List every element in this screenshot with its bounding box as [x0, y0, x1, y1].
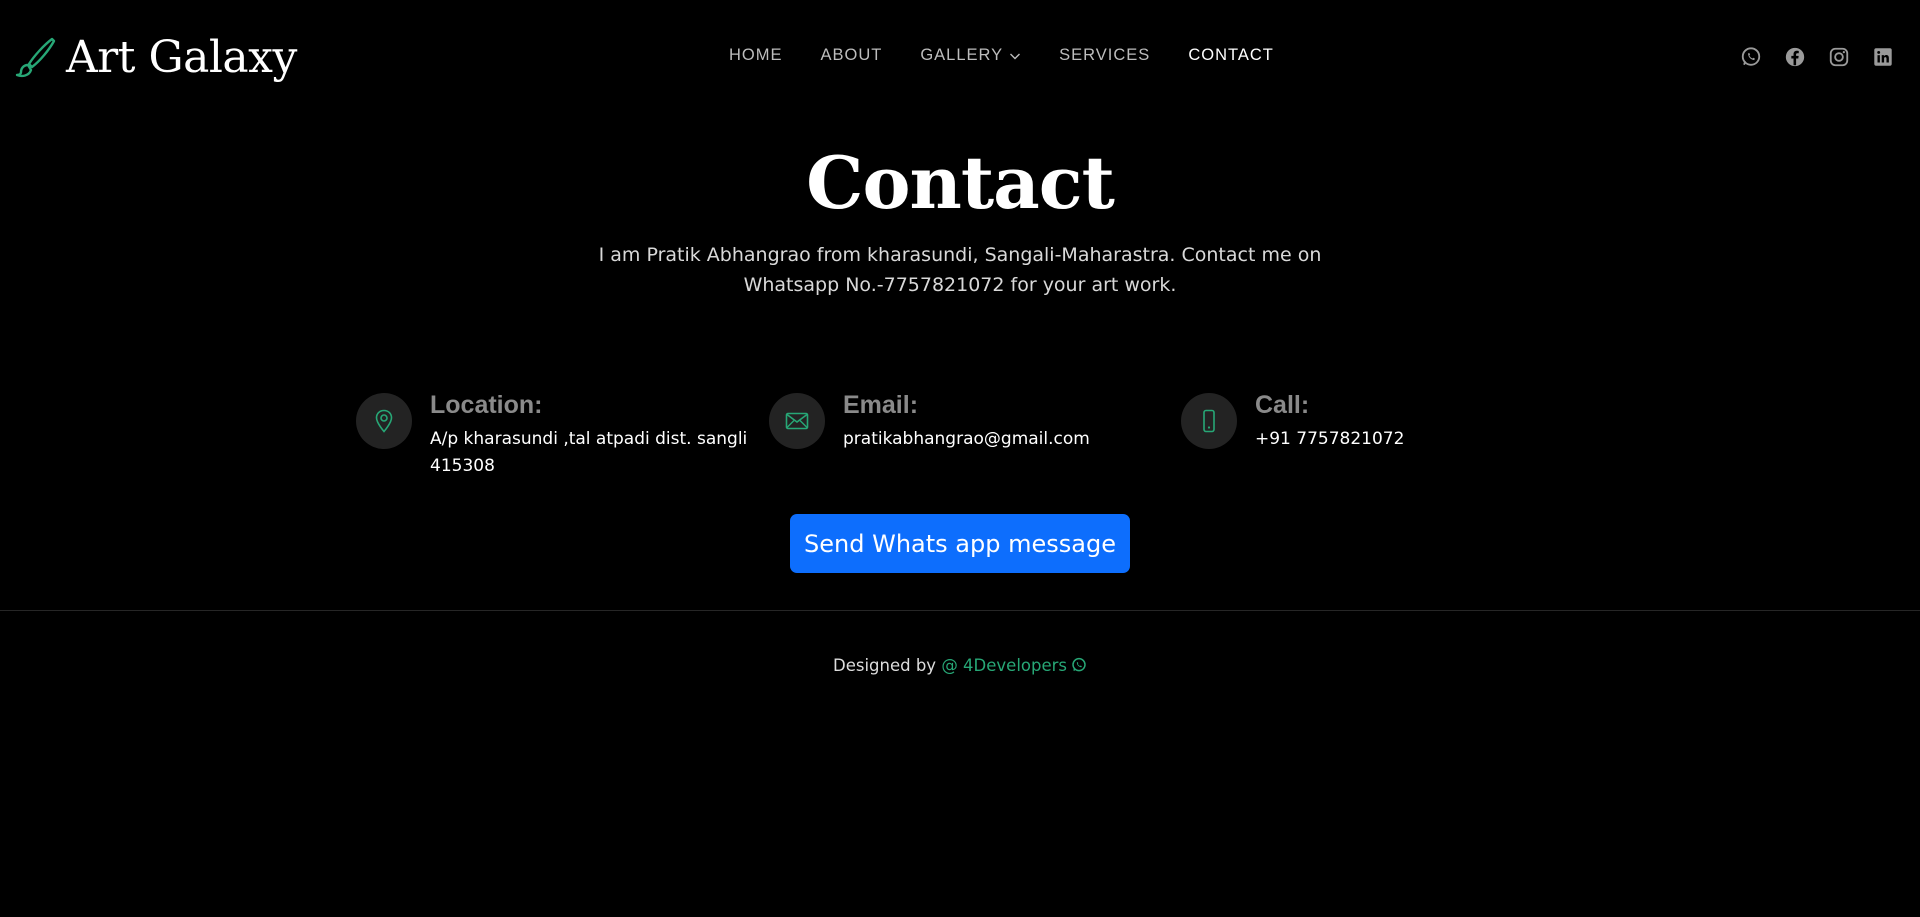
envelope-icon	[769, 393, 825, 449]
location-label: Location:	[430, 391, 543, 419]
call-card: Call: +91 7757821072	[1181, 391, 1575, 453]
send-whatsapp-button[interactable]: Send Whats app message	[790, 514, 1130, 573]
brand-name: Art Galaxy	[66, 31, 297, 83]
whatsapp-icon[interactable]	[1740, 46, 1762, 68]
call-label: Call:	[1255, 391, 1310, 419]
nav-gallery[interactable]: GALLERY	[920, 46, 1021, 65]
nav-about[interactable]: ABOUT	[821, 46, 883, 65]
brand-logo[interactable]: Art Galaxy	[14, 30, 297, 84]
brush-icon	[15, 37, 56, 78]
location-value: A/p kharasundi ,tal atpadi dist. sangli …	[430, 429, 748, 476]
nav-gallery-label: GALLERY	[920, 46, 1004, 64]
nav-home[interactable]: HOME	[729, 46, 783, 65]
call-value[interactable]: +91 7757821072	[1255, 426, 1575, 453]
nav-contact[interactable]: CONTACT	[1188, 46, 1274, 65]
site-header: Art Galaxy HOME ABOUT GALLERY SERVICES C…	[0, 0, 1920, 116]
facebook-icon[interactable]	[1784, 46, 1806, 68]
footer-divider	[0, 610, 1920, 611]
developer-link[interactable]: @ 4Developers	[941, 656, 1087, 675]
whatsapp-icon	[1072, 657, 1086, 672]
developer-link-label: @ 4Developers	[941, 656, 1068, 675]
page-title: Contact	[806, 140, 1115, 225]
social-links	[1740, 46, 1894, 68]
email-value[interactable]: pratikabhangrao@gmail.com	[843, 426, 1163, 453]
chevron-down-icon	[1010, 53, 1021, 59]
phone-icon	[1181, 393, 1237, 449]
linkedin-icon[interactable]	[1872, 46, 1894, 68]
instagram-icon[interactable]	[1828, 46, 1850, 68]
email-label: Email:	[843, 391, 919, 419]
page-description: I am Pratik Abhangrao from kharasundi, S…	[598, 244, 1322, 296]
nav-services[interactable]: SERVICES	[1059, 46, 1150, 65]
location-card: Location: A/p kharasundi ,tal atpadi dis…	[356, 391, 750, 480]
footer-credit-prefix: Designed by	[832, 656, 942, 675]
map-pin-icon	[356, 393, 412, 449]
site-footer: Designed by @ 4Developers	[0, 656, 1920, 675]
email-card: Email: pratikabhangrao@gmail.com	[769, 391, 1163, 453]
main-nav: HOME ABOUT GALLERY SERVICES CONTACT	[729, 46, 1312, 65]
